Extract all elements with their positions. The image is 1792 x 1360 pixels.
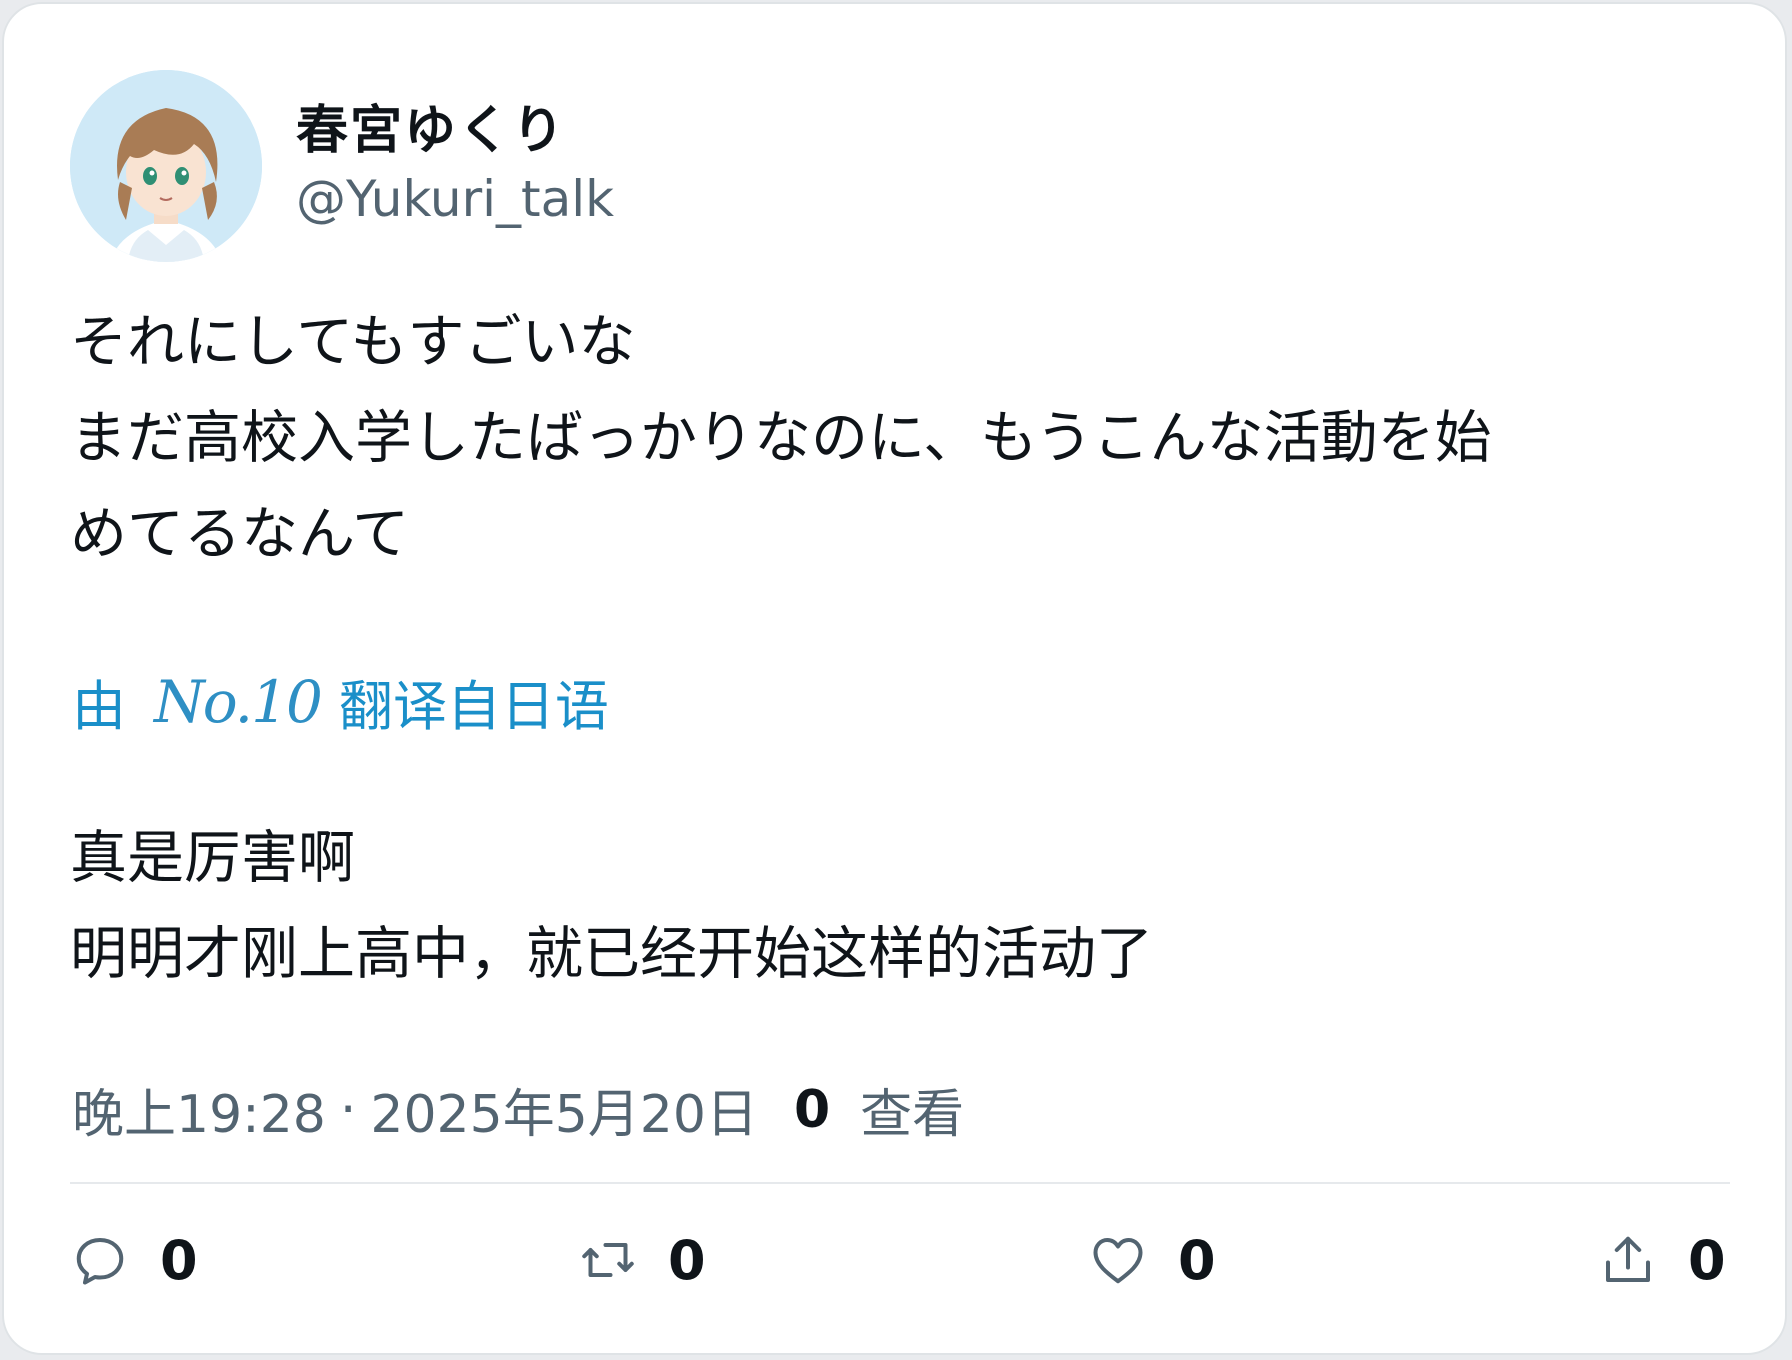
like-button[interactable]: 0 [1088, 1220, 1216, 1300]
reply-button[interactable]: 0 [70, 1220, 198, 1300]
meta-separator: · [339, 1079, 357, 1140]
post-meta: 晚上19:28 · 2025年5月20日 0 查看 [72, 1072, 964, 1147]
translation-attribution[interactable]: 由 No.10 翻译自日语 [72, 662, 609, 741]
share-count: 0 [1688, 1228, 1726, 1292]
retweet-button[interactable]: 0 [578, 1220, 706, 1300]
translation-suffix: 翻译自日语 [338, 675, 609, 738]
views-label[interactable]: 查看 [860, 1072, 964, 1147]
anime-avatar-icon[interactable] [70, 70, 262, 262]
post-original-text: それにしてもすごいな まだ高校入学したばっかりなのに、もうこんな活動を始 めてる… [70, 294, 1690, 582]
reply-count: 0 [160, 1228, 198, 1292]
post-time[interactable]: 晚上19:28 [72, 1072, 326, 1147]
post-translated-text: 真是厉害啊 明明才刚上高中，就已经开始这样的活动了 [70, 810, 1153, 1002]
share-button[interactable]: 0 [1598, 1220, 1726, 1300]
translated-text-line: 明明才刚上高中，就已经开始这样的活动了 [70, 921, 1153, 987]
post-text-line: それにしてもすごいな [70, 309, 636, 375]
display-name[interactable]: 春宮ゆくり [296, 88, 566, 163]
post-text-line: めてるなんて [70, 501, 410, 567]
heart-icon [1093, 1238, 1143, 1284]
user-handle[interactable]: @Yukuri_talk [296, 170, 614, 228]
retweet-icon [582, 1243, 634, 1277]
action-bar: 0 0 0 0 [70, 1220, 1730, 1300]
retweet-count: 0 [668, 1228, 706, 1292]
translated-text-line: 真是厉害啊 [70, 825, 355, 891]
post-text-line: まだ高校入学したばっかりなのに、もうこんな活動を始 [70, 405, 1492, 471]
like-count: 0 [1178, 1228, 1216, 1292]
translator-name[interactable]: No.10 [154, 668, 323, 736]
post-card: 春宮ゆくり @Yukuri_talk それにしてもすごいな まだ高校入学したばっ… [2, 2, 1787, 1355]
translation-prefix: 由 [72, 675, 126, 738]
views-count: 0 [793, 1079, 831, 1140]
share-icon [1606, 1236, 1650, 1282]
post-date[interactable]: 2025年5月20日 [370, 1072, 758, 1147]
divider [70, 1182, 1730, 1184]
reply-icon [76, 1238, 124, 1285]
